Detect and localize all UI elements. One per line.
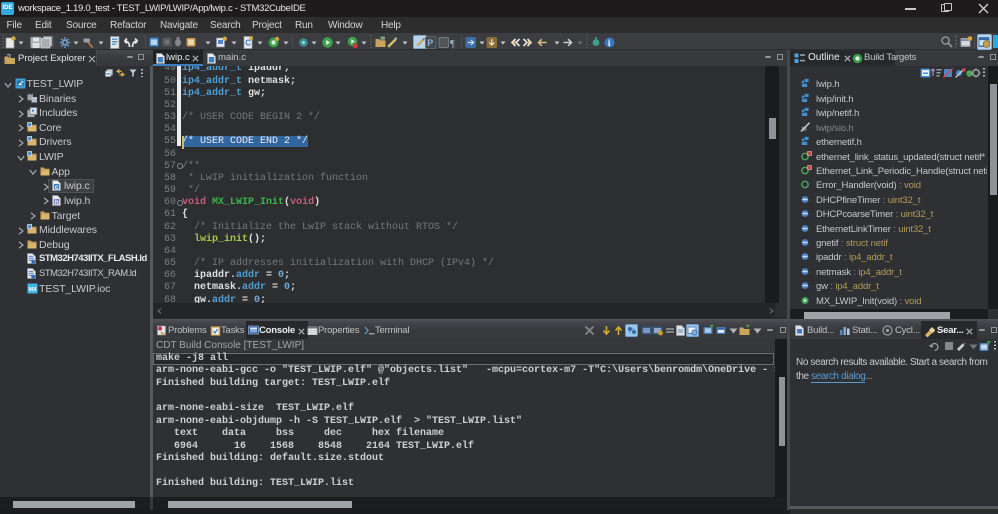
svg-text:C: C	[245, 39, 251, 48]
svg-text:P: P	[427, 38, 433, 48]
svg-text:¶: ¶	[450, 39, 455, 49]
svg-text:MX: MX	[29, 287, 38, 293]
svg-text:h: h	[55, 200, 59, 206]
